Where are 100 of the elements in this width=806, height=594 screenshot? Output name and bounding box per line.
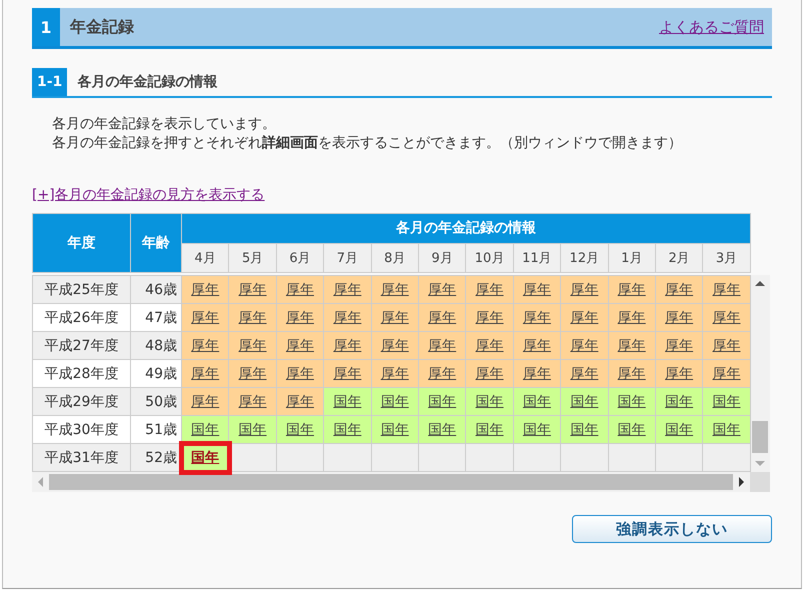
record-link[interactable]: 厚年 [333,338,362,354]
record-link[interactable]: 厚年 [476,366,504,382]
scroll-thumb[interactable] [49,474,733,490]
table-cell: 平成28年度 [32,360,130,388]
table-cell: 46歳 [130,276,182,304]
record-link[interactable]: 国年 [191,422,220,438]
record-link[interactable]: 厚年 [380,282,409,298]
table-cell: 平成25年度 [32,276,130,304]
record-link[interactable]: 厚年 [191,282,220,298]
record-link[interactable]: 厚年 [380,366,409,382]
record-link[interactable]: 国年 [380,394,409,410]
horizontal-scrollbar[interactable] [32,472,750,492]
record-link[interactable]: 厚年 [428,282,456,298]
table-cell: 47歳 [130,304,182,332]
record-link[interactable]: 国年 [522,394,551,410]
record-link[interactable]: 国年 [570,394,598,410]
vertical-scrollbar[interactable] [750,275,770,472]
record-link[interactable]: 厚年 [476,310,504,326]
faq-link[interactable]: よくあるご質問 [659,18,764,36]
record-link[interactable]: 国年 [618,422,646,438]
record-link[interactable]: 厚年 [570,338,598,354]
scroll-right-icon[interactable] [739,477,744,487]
record-link[interactable]: 厚年 [476,282,504,298]
record-link[interactable]: 国年 [380,422,409,438]
record-link[interactable]: 国年 [476,394,504,410]
record-link[interactable]: 厚年 [333,310,362,326]
record-link[interactable]: 厚年 [428,310,456,326]
toggle-link[interactable]: [+]各月の年金記録の見方を表示する [32,186,265,204]
record-link[interactable]: 厚年 [665,282,694,298]
month-header: 11月 [513,243,561,272]
record-link[interactable]: 厚年 [428,338,456,354]
record-link[interactable]: 国年 [476,422,504,438]
record-link[interactable]: 厚年 [618,366,646,382]
record-link[interactable]: 厚年 [238,310,267,326]
record-link[interactable]: 厚年 [191,366,220,382]
scroll-up-icon[interactable] [755,281,766,286]
record-link[interactable]: 厚年 [665,366,694,382]
record-link[interactable]: 厚年 [522,310,551,326]
scroll-down-icon[interactable] [755,461,766,466]
record-link[interactable]: 国年 [570,422,598,438]
record-link[interactable]: 厚年 [428,366,456,382]
record-link[interactable]: 厚年 [618,282,646,298]
record-link[interactable]: 厚年 [712,282,740,298]
record-link[interactable]: 厚年 [286,366,314,382]
description-text: 各月の年金記録を表示しています。 [51,115,277,134]
record-link[interactable]: 国年 [238,422,267,438]
table-cell: 平成31年度 [32,444,130,472]
record-link[interactable]: 国年 [333,394,362,410]
record-link[interactable]: 国年 [712,394,740,410]
record-link[interactable]: 厚年 [522,338,551,354]
record-link[interactable]: 厚年 [618,338,646,354]
record-link[interactable]: 厚年 [522,282,551,298]
record-link[interactable]: 厚年 [570,310,598,326]
record-link[interactable]: 厚年 [191,394,220,410]
record-link[interactable]: 厚年 [191,338,220,354]
record-link[interactable]: 厚年 [333,282,362,298]
record-link[interactable]: 厚年 [712,310,740,326]
record-link[interactable]: 厚年 [286,282,314,298]
subsection-number: 1-1 [32,68,68,96]
record-link[interactable]: 厚年 [286,394,314,410]
record-link[interactable]: 厚年 [238,282,267,298]
record-link[interactable]: 厚年 [286,338,314,354]
record-link[interactable]: 厚年 [665,310,694,326]
table-cell: 51歳 [130,416,182,444]
section-number: 1 [32,8,60,46]
record-link[interactable]: 国年 [712,422,740,438]
record-link[interactable]: 厚年 [665,338,694,354]
record-link[interactable]: 国年 [191,450,220,466]
record-link[interactable]: 厚年 [238,338,267,354]
record-link[interactable]: 国年 [428,394,456,410]
record-link[interactable]: 厚年 [238,366,267,382]
record-link[interactable]: 厚年 [191,310,220,326]
month-header: 4月 [182,243,229,272]
record-link[interactable]: 厚年 [286,310,314,326]
record-link[interactable]: 国年 [522,422,551,438]
record-link[interactable]: 厚年 [238,394,267,410]
record-link[interactable]: 厚年 [380,338,409,354]
record-link[interactable]: 国年 [428,422,456,438]
section-title: 年金記録 [70,16,135,38]
month-header: 2月 [655,243,703,272]
record-link[interactable]: 国年 [618,394,646,410]
record-link[interactable]: 国年 [665,394,694,410]
record-link[interactable]: 国年 [286,422,314,438]
record-link[interactable]: 国年 [665,422,694,438]
record-link[interactable]: 厚年 [476,338,504,354]
record-link[interactable]: 厚年 [380,310,409,326]
record-link[interactable]: 国年 [333,422,362,438]
record-link[interactable]: 厚年 [712,338,740,354]
record-link[interactable]: 厚年 [333,366,362,382]
record-link[interactable]: 厚年 [522,366,551,382]
column-header: 年齢 [130,214,182,272]
record-link[interactable]: 厚年 [712,366,740,382]
record-link[interactable]: 厚年 [570,282,598,298]
no-highlight-button[interactable]: 強調表示しない [572,515,772,543]
scroll-thumb[interactable] [752,421,768,453]
record-link[interactable]: 厚年 [570,366,598,382]
record-link[interactable]: 厚年 [618,310,646,326]
scroll-left-icon[interactable] [38,477,43,487]
table-cell: 平成26年度 [32,304,130,332]
table-cell: 52歳 [130,444,182,472]
